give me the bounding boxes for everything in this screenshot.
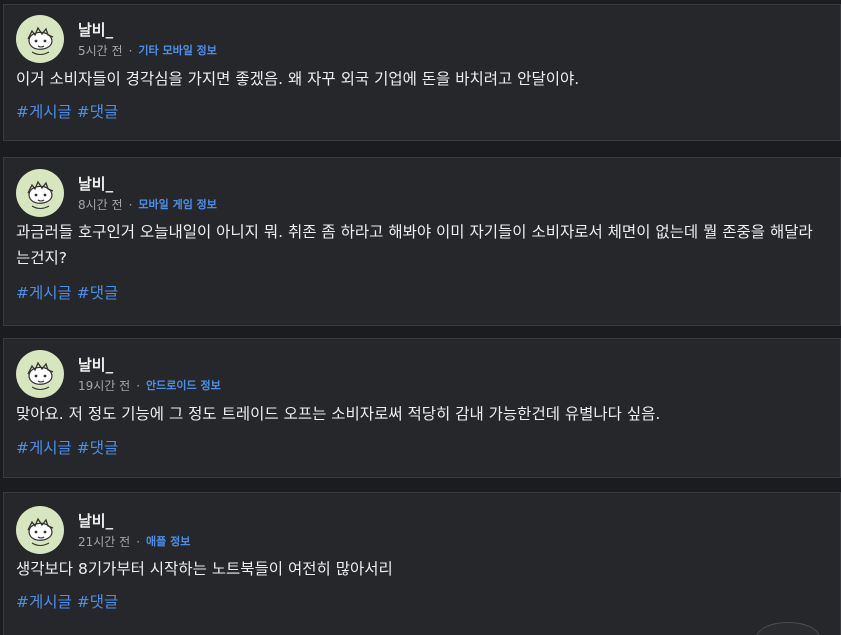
post-body[interactable]: 생각보다 8기가부터 시작하는 노트북들이 여전히 많아서리 [16, 556, 826, 582]
post-time: 21시간 전 [78, 534, 131, 549]
post-meta: 날비_ 19시간 전 · 안드로이드 정보 [78, 356, 221, 393]
post-feed: 날비_ 5시간 전 · 기타 모바일 정보 이거 소비자들이 경각심을 가지면 … [0, 0, 841, 635]
post-time: 8시간 전 [78, 197, 123, 212]
tag-comment[interactable]: #댓글 [77, 438, 119, 458]
author-name[interactable]: 날비_ [78, 512, 190, 530]
category-link[interactable]: 안드로이드 정보 [146, 379, 221, 393]
cartoon-face-icon [27, 26, 54, 56]
post-meta: 날비_ 21시간 전 · 애플 정보 [78, 512, 190, 549]
post-header: 날비_ 8시간 전 · 모바일 게임 정보 [16, 169, 217, 217]
post-body[interactable]: 과금러들 호구인거 오늘내일이 아니지 뭐. 취존 좀 하라고 해봐야 이미 자… [16, 219, 826, 271]
author-name[interactable]: 날비_ [78, 21, 217, 39]
post-tags: #게시글 #댓글 [16, 438, 118, 458]
category-link[interactable]: 모바일 게임 정보 [138, 198, 217, 212]
cartoon-face-icon [27, 180, 54, 210]
post-header: 날비_ 19시간 전 · 안드로이드 정보 [16, 350, 221, 398]
post-card[interactable]: 날비_ 19시간 전 · 안드로이드 정보 맞아요. 저 정도 기능에 그 정도… [3, 338, 841, 478]
post-time: 5시간 전 [78, 43, 123, 58]
tag-post[interactable]: #게시글 [16, 438, 72, 458]
post-subline: 5시간 전 · 기타 모바일 정보 [78, 44, 217, 58]
author-name[interactable]: 날비_ [78, 175, 217, 193]
separator-dot: · [136, 378, 141, 393]
post-tags: #게시글 #댓글 [16, 102, 118, 122]
avatar[interactable] [16, 169, 64, 217]
cartoon-face-icon [27, 361, 54, 391]
post-subline: 8시간 전 · 모바일 게임 정보 [78, 198, 217, 212]
category-link[interactable]: 애플 정보 [146, 535, 190, 549]
avatar[interactable] [16, 15, 64, 63]
post-time: 19시간 전 [78, 378, 131, 393]
tag-post[interactable]: #게시글 [16, 283, 72, 303]
post-body[interactable]: 이거 소비자들이 경각심을 가지면 좋겠음. 왜 자꾸 외국 기업에 돈을 바치… [16, 66, 826, 92]
post-body[interactable]: 맞아요. 저 정도 기능에 그 정도 트레이드 오프는 소비자로써 적당히 감내… [16, 401, 826, 427]
tag-post[interactable]: #게시글 [16, 102, 72, 122]
tag-comment[interactable]: #댓글 [77, 102, 119, 122]
post-tags: #게시글 #댓글 [16, 283, 118, 303]
avatar[interactable] [16, 350, 64, 398]
post-subline: 21시간 전 · 애플 정보 [78, 535, 190, 549]
author-name[interactable]: 날비_ [78, 356, 221, 374]
tag-post[interactable]: #게시글 [16, 592, 72, 612]
post-card[interactable]: 날비_ 5시간 전 · 기타 모바일 정보 이거 소비자들이 경각심을 가지면 … [3, 4, 841, 141]
post-subline: 19시간 전 · 안드로이드 정보 [78, 379, 221, 393]
post-card[interactable]: 날비_ 21시간 전 · 애플 정보 생각보다 8기가부터 시작하는 노트북들이… [3, 492, 841, 635]
separator-dot: · [136, 534, 141, 549]
post-meta: 날비_ 8시간 전 · 모바일 게임 정보 [78, 175, 217, 212]
separator-dot: · [128, 43, 133, 58]
post-card[interactable]: 날비_ 8시간 전 · 모바일 게임 정보 과금러들 호구인거 오늘내일이 아니… [3, 157, 841, 326]
post-meta: 날비_ 5시간 전 · 기타 모바일 정보 [78, 21, 217, 58]
category-link[interactable]: 기타 모바일 정보 [138, 44, 217, 58]
cartoon-face-icon [27, 517, 54, 547]
tag-comment[interactable]: #댓글 [77, 283, 119, 303]
avatar[interactable] [16, 506, 64, 554]
post-tags: #게시글 #댓글 [16, 592, 118, 612]
separator-dot: · [128, 197, 133, 212]
tag-comment[interactable]: #댓글 [77, 592, 119, 612]
post-header: 날비_ 5시간 전 · 기타 모바일 정보 [16, 15, 217, 63]
post-header: 날비_ 21시간 전 · 애플 정보 [16, 506, 190, 554]
